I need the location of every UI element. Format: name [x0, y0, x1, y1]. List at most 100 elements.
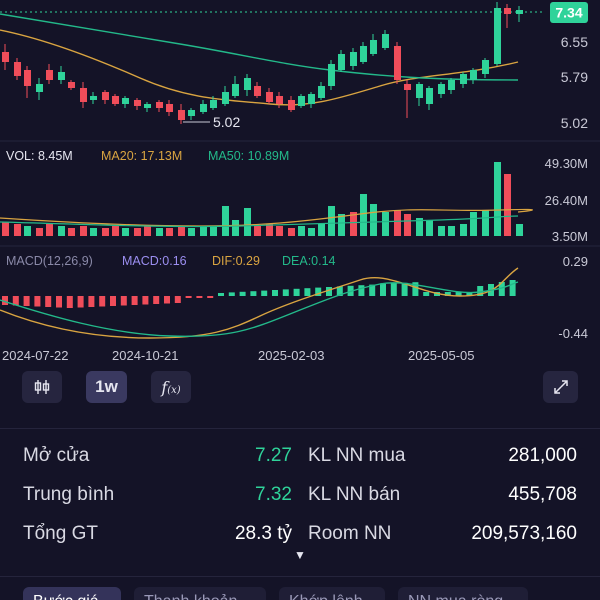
date-label-4: 2025-05-05	[408, 348, 475, 363]
candle	[178, 104, 185, 124]
average-value: 7.32	[255, 484, 292, 505]
current-price-label: 7.34	[555, 5, 582, 21]
candle	[394, 42, 401, 84]
candle	[438, 82, 445, 98]
vol-axis-mid: 26.40M	[545, 193, 588, 208]
candle-body	[222, 92, 229, 104]
volume-bar	[122, 228, 129, 236]
caret-down-icon[interactable]: ▼	[294, 548, 306, 562]
volume-bar	[288, 228, 295, 236]
macd-bar	[77, 296, 84, 308]
foreign-sell-label: KL NN bán	[308, 484, 401, 505]
volume-bar	[222, 206, 229, 236]
expand-button[interactable]	[543, 371, 578, 403]
vol-axis-top: 49.30M	[545, 156, 588, 171]
price-chart[interactable]: 7.34 6.55 5.79 5.02 5.02 VOL: 8.45M MA20…	[0, 0, 600, 368]
total-value-value: 28.3 tỷ	[234, 523, 292, 544]
candle-body	[448, 80, 455, 90]
candle	[448, 78, 455, 94]
candle-body	[58, 72, 65, 80]
candle-body	[122, 98, 129, 104]
macd-bar	[207, 296, 214, 298]
candle-body	[166, 104, 173, 112]
candlesticks	[2, 2, 523, 124]
interval-button[interactable]: 1w	[86, 371, 127, 403]
stock-chart-screen: 7.34 6.55 5.79 5.02 5.02 VOL: 8.45M MA20…	[0, 0, 600, 600]
volume-bar	[36, 228, 43, 236]
candle	[370, 34, 377, 56]
macd-bar	[380, 284, 386, 296]
candle	[338, 50, 345, 72]
indicator-button[interactable]: f(x)	[151, 371, 191, 403]
candle	[298, 94, 305, 108]
volume-bar	[112, 226, 119, 236]
volume-bar	[68, 228, 75, 236]
volume-bar	[276, 226, 283, 236]
candle	[382, 30, 389, 50]
candle	[470, 68, 477, 84]
price-ma-long-line	[0, 13, 519, 81]
candle-body	[36, 84, 43, 92]
candle-body	[276, 96, 283, 104]
candle-body	[102, 92, 109, 100]
macd-bar	[99, 296, 106, 307]
candle-body	[416, 84, 423, 98]
date-label-1: 2024-07-22	[2, 348, 69, 363]
candle-body	[232, 84, 239, 96]
candle-body	[308, 94, 315, 104]
candle-body	[350, 52, 357, 66]
volume-bar	[156, 228, 163, 236]
volume-bar	[426, 220, 433, 236]
candle-body	[482, 60, 489, 74]
candle	[288, 96, 295, 112]
candle-body	[470, 70, 477, 80]
candle-body	[266, 92, 273, 102]
candle-body	[318, 86, 325, 98]
candle	[416, 82, 423, 106]
candle	[188, 108, 195, 120]
macd-bar	[131, 296, 138, 305]
candle	[166, 100, 173, 116]
volume-bar	[14, 224, 21, 236]
volume-bar	[254, 226, 261, 236]
tab-price-step[interactable]: Bước giá	[23, 587, 121, 600]
candle-body	[394, 46, 401, 80]
volume-bar	[178, 226, 185, 236]
candle-body	[460, 74, 467, 84]
candle-body	[2, 52, 9, 62]
macd-bar	[304, 288, 311, 296]
candle	[144, 102, 151, 112]
open-value: 7.27	[255, 445, 292, 466]
volume-bar	[494, 162, 501, 236]
volume-bar	[2, 222, 9, 236]
price-tick-2: 5.79	[561, 69, 588, 85]
vol-ma20-label: MA20: 17.13M	[101, 149, 182, 163]
candle-body	[178, 110, 185, 120]
candle-body	[80, 88, 87, 102]
tab-foreign-net-buy[interactable]: NN mua ròng	[398, 587, 528, 600]
macd-axis-top: 0.29	[563, 254, 588, 269]
candle	[254, 82, 261, 98]
candle	[112, 94, 119, 106]
average-label: Trung bình	[23, 484, 115, 505]
volume-bar	[382, 212, 389, 236]
candle	[90, 92, 97, 104]
candle-body	[494, 8, 501, 64]
volume-bar	[188, 228, 195, 236]
candle-body	[370, 40, 377, 54]
tab-matched-orders[interactable]: Khớp lệnh	[279, 587, 385, 600]
candle	[482, 58, 489, 78]
macd-bar	[110, 296, 116, 306]
candle-body	[210, 100, 217, 108]
volume-ma50-line	[0, 215, 519, 228]
macd-bar	[45, 296, 52, 307]
vol-ma50-label: MA50: 10.89M	[208, 149, 289, 163]
candle-body	[14, 62, 21, 76]
macd-bar	[142, 296, 149, 305]
macd-bar	[153, 296, 160, 304]
stats-row-2: Trung bình 7.32 KL NN bán 455,708	[0, 476, 600, 512]
macd-bar	[239, 291, 246, 296]
tab-liquidity[interactable]: Thanh khoản	[134, 587, 266, 600]
candle	[404, 80, 411, 118]
chart-type-button[interactable]	[22, 371, 62, 403]
